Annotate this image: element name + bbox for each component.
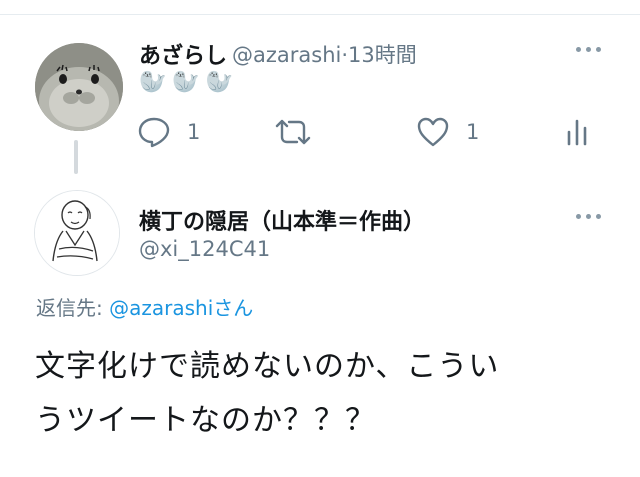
like-action[interactable]: 1 [416, 116, 479, 148]
reply-more-icon[interactable] [576, 214, 601, 219]
reply-count: 1 [187, 120, 201, 144]
analytics-icon [567, 119, 587, 146]
tweet-meta: @azarashi·13時間 [232, 39, 417, 69]
top-divider [0, 14, 640, 15]
retweet-action[interactable] [273, 117, 313, 147]
reply-body: 文字化けで読めないのか、こうい うツイートなのか？？？ [35, 340, 625, 448]
man-avatar-image [35, 191, 119, 275]
reply-body-line-1: 文字化けで読めないのか、こうい [35, 349, 500, 384]
reply-handle[interactable]: @xi_124C41 [139, 237, 270, 261]
reply-action[interactable]: 1 [137, 116, 200, 148]
reply-body-line-2: うツイートなのか？？？ [35, 403, 376, 438]
avatar-xi[interactable] [34, 190, 120, 276]
reply-icon [138, 117, 170, 148]
reply-prefix: 返信先: [36, 296, 110, 320]
reply-display-name[interactable]: 横丁の隠居（山本準＝作曲） [139, 204, 425, 236]
analytics-action[interactable] [566, 118, 588, 146]
reply-mention-link[interactable]: @azarashi [109, 296, 213, 320]
reply-suffix[interactable]: さん [213, 296, 253, 320]
tweet-body: 🦭🦭🦭 [139, 70, 240, 95]
retweet-icon [275, 119, 311, 145]
like-count: 1 [466, 120, 480, 144]
thread-connector [74, 140, 78, 174]
seal-avatar-image [35, 43, 123, 131]
tweet-handle[interactable]: @azarashi [232, 43, 341, 67]
tweet-display-name[interactable]: あざらし [139, 38, 227, 70]
heart-icon [417, 117, 449, 147]
tweet-time[interactable]: 13時間 [348, 43, 417, 67]
avatar-azarashi[interactable] [35, 43, 123, 131]
more-icon[interactable] [576, 47, 601, 52]
replying-to: 返信先: @azarashiさん [36, 292, 253, 321]
